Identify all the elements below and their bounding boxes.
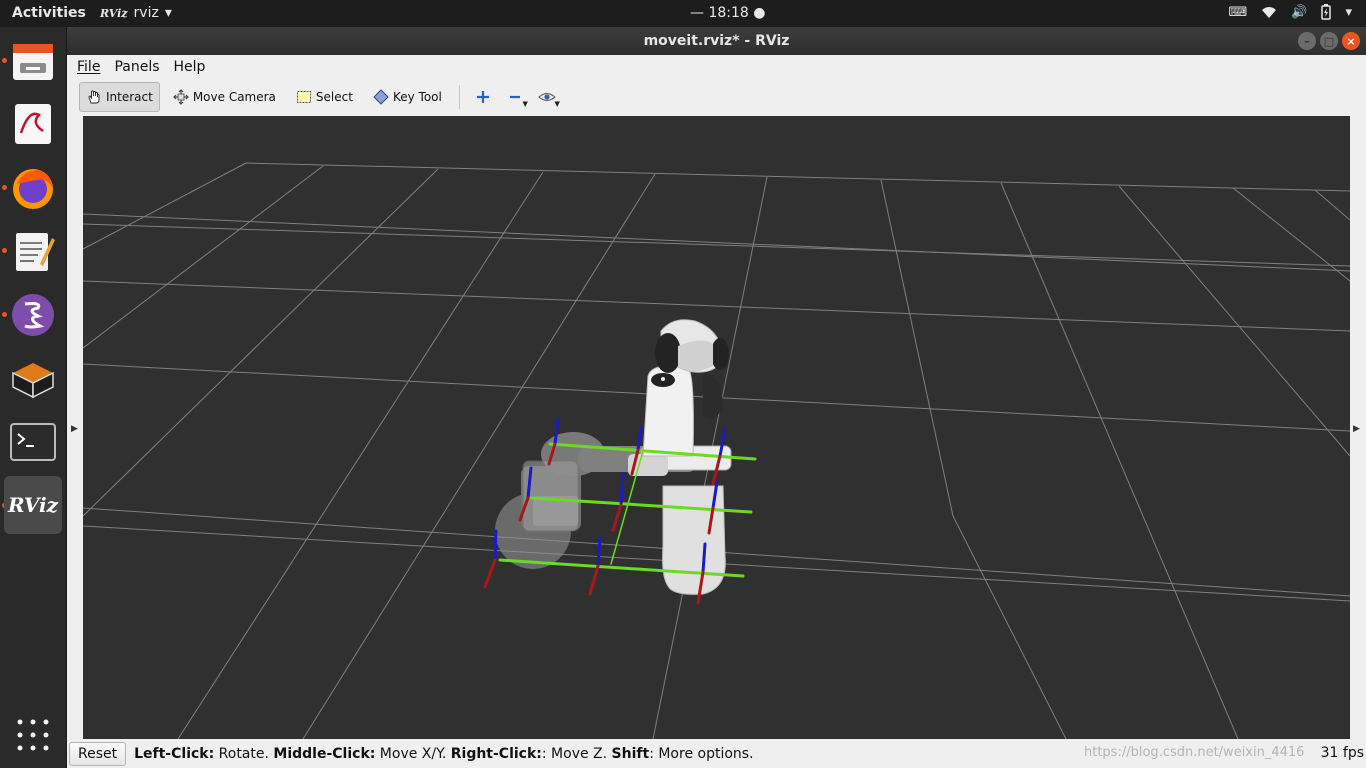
- close-button[interactable]: ×: [1342, 32, 1360, 50]
- hint-middle-click-text: Move X/Y.: [375, 745, 451, 762]
- activities-button[interactable]: Activities: [12, 5, 86, 21]
- app-menu[interactable]: RViz rviz ▾: [100, 5, 172, 21]
- clock[interactable]: — 18:18 ●: [690, 5, 765, 21]
- top-bar: Activities RViz rviz ▾ — 18:18 ● ⌨ 🔊 ▾: [0, 0, 1366, 27]
- rviz-dock-label: RViz: [7, 493, 59, 517]
- status-hint: Left-Click: Rotate. Middle-Click: Move X…: [134, 746, 753, 762]
- document-viewer-icon[interactable]: [4, 95, 62, 153]
- virtualbox-icon[interactable]: [4, 349, 62, 407]
- files-icon[interactable]: [4, 32, 62, 90]
- 3d-viewport[interactable]: [83, 116, 1350, 739]
- interact-tool-button[interactable]: Interact: [79, 82, 160, 112]
- dropdown-arrow-icon: ▼: [554, 100, 560, 108]
- reset-button[interactable]: Reset: [69, 741, 127, 766]
- hint-left-click-text: Rotate.: [214, 745, 274, 762]
- minus-icon: [509, 95, 520, 99]
- app-menu-label: rviz: [133, 5, 159, 21]
- rviz-window: moveit.rviz* - RViz – □ × File Panels He…: [67, 27, 1366, 768]
- left-panel-expand-icon[interactable]: ▶: [71, 424, 78, 434]
- wifi-icon[interactable]: [1261, 5, 1277, 19]
- hint-middle-click-key: Middle-Click:: [273, 745, 376, 762]
- text-editor-icon[interactable]: [4, 222, 62, 280]
- window-title: moveit.rviz* - RViz: [643, 33, 790, 49]
- eye-icon: [538, 93, 556, 101]
- hint-shift-key: Shift: [611, 745, 650, 762]
- select-tool-button[interactable]: Select: [289, 82, 360, 112]
- select-tool-label: Select: [315, 90, 353, 104]
- window-titlebar[interactable]: moveit.rviz* - RViz – □ ×: [67, 27, 1366, 55]
- tool-visibility-button[interactable]: ▼: [534, 85, 560, 109]
- move-camera-icon: [172, 89, 189, 105]
- 3d-scene: [83, 116, 1350, 739]
- move-camera-tool-button[interactable]: Move Camera: [166, 82, 283, 112]
- status-bar: Reset Left-Click: Rotate. Middle-Click: …: [67, 739, 1366, 768]
- right-panel-expand-icon[interactable]: ▶: [1353, 424, 1360, 434]
- remove-tool-button[interactable]: ▼: [502, 85, 528, 109]
- key-tool-label: Key Tool: [392, 90, 442, 104]
- move-camera-tool-label: Move Camera: [192, 90, 276, 104]
- hint-right-click-key: Right-Click:: [450, 745, 542, 762]
- terminal-icon[interactable]: [4, 413, 62, 471]
- dock: RViz: [0, 27, 67, 768]
- menu-file[interactable]: File: [77, 59, 100, 75]
- select-box-icon: [296, 91, 311, 103]
- toolbar-separator: [458, 85, 460, 109]
- key-tool-button[interactable]: Key Tool: [366, 82, 449, 112]
- firefox-icon[interactable]: [4, 159, 62, 217]
- chevron-down-icon: ▾: [164, 5, 172, 21]
- minimize-button[interactable]: –: [1298, 32, 1316, 50]
- plus-icon: [476, 91, 489, 103]
- hint-right-click-text: : Move Z.: [541, 745, 612, 762]
- watermark: https://blog.csdn.net/weixin_4416: [1084, 745, 1305, 760]
- hand-icon: [88, 90, 100, 104]
- menu-panels[interactable]: Panels: [114, 59, 159, 75]
- interact-tool-label: Interact: [106, 90, 153, 104]
- fps-counter: 31 fps: [1320, 745, 1364, 761]
- dropdown-arrow-icon: ▼: [522, 100, 528, 108]
- rviz-icon[interactable]: RViz: [4, 476, 62, 534]
- volume-icon[interactable]: 🔊: [1291, 5, 1307, 20]
- rviz-small-logo: RViz: [100, 6, 128, 20]
- maximize-button[interactable]: □: [1320, 32, 1338, 50]
- key-tool-icon: [373, 89, 389, 105]
- system-tray[interactable]: ⌨ 🔊 ▾: [1229, 4, 1352, 20]
- menu-help[interactable]: Help: [174, 59, 206, 75]
- hint-left-click-key: Left-Click:: [134, 745, 215, 762]
- keyboard-icon[interactable]: ⌨: [1229, 5, 1248, 20]
- show-applications-icon[interactable]: [17, 719, 49, 755]
- system-menu-chevron-icon[interactable]: ▾: [1345, 5, 1352, 20]
- battery-icon[interactable]: [1321, 4, 1332, 20]
- emacs-icon[interactable]: [4, 286, 62, 344]
- add-tool-button[interactable]: [470, 85, 496, 109]
- hint-shift-text: : More options.: [649, 745, 754, 762]
- tool-bar: Interact Move Camera Select Key Tool ▼ ▼: [67, 79, 1366, 115]
- menu-bar: File Panels Help: [67, 55, 1366, 79]
